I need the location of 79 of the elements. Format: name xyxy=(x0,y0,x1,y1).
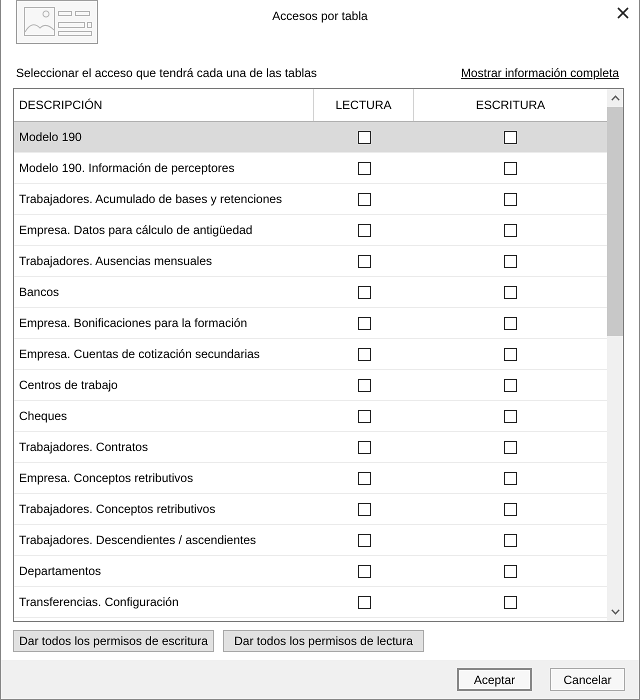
checkbox[interactable] xyxy=(504,472,517,484)
checkbox[interactable] xyxy=(358,596,370,608)
checkbox[interactable] xyxy=(358,162,370,174)
table-row[interactable]: Trabajadores. Descendientes / ascendientes xyxy=(14,525,607,556)
checkbox[interactable] xyxy=(358,130,370,144)
dialog-button[interactable]: Aceptar xyxy=(457,668,532,691)
scrollbar-track[interactable] xyxy=(607,89,623,621)
checkbox[interactable] xyxy=(358,534,370,546)
table-cell-text: Empresa. Conceptos retributivos xyxy=(18,471,194,485)
table-cell-text: Trabajadores. Acumulado de bases y retenciones xyxy=(18,192,284,206)
table-row[interactable]: Trabajadores. Acumulado de bases y retenciones xyxy=(14,184,607,215)
table-row[interactable]: Modelo 190. Información de perceptores xyxy=(14,153,607,184)
checkbox[interactable] xyxy=(358,286,370,298)
table-row[interactable]: Empresa. Bonificaciones para la formación xyxy=(14,308,607,339)
table-cell-text: Bancos xyxy=(18,285,60,299)
table-cell-text: Modelo 190 xyxy=(18,130,83,144)
checkbox[interactable] xyxy=(358,378,370,392)
window-title: Accesos por tabla xyxy=(272,8,368,25)
checkbox[interactable] xyxy=(504,564,517,578)
checkbox[interactable] xyxy=(504,192,517,206)
checkbox[interactable] xyxy=(504,440,517,454)
checkbox[interactable] xyxy=(504,224,517,236)
table-cell-text: Empresa. Bonificaciones para la formación xyxy=(18,316,248,330)
column-header[interactable]: LECTURA xyxy=(314,89,414,121)
checkbox[interactable] xyxy=(358,254,370,268)
checkbox[interactable] xyxy=(504,596,517,608)
scroll-thumb[interactable] xyxy=(607,107,623,336)
checkbox[interactable] xyxy=(358,564,370,578)
table-cell-text: Trabajadores. Ausencias mensuales xyxy=(18,254,213,268)
checkbox[interactable] xyxy=(358,410,370,422)
checkbox[interactable] xyxy=(504,162,517,174)
table-cell-text: Modelo 190. Información de perceptores xyxy=(18,161,236,175)
checkbox[interactable] xyxy=(504,286,517,298)
table-row[interactable]: Trabajadores. Conceptos retributivos xyxy=(14,494,607,525)
column-header[interactable]: ESCRITURA xyxy=(414,89,607,121)
table-row[interactable]: Transferencias. Configuración xyxy=(14,587,607,618)
checkbox[interactable] xyxy=(358,440,370,454)
table-row[interactable]: Empresa. Cuentas de cotización secundarias xyxy=(14,339,607,370)
table-row[interactable]: Empresa. Conceptos retributivos xyxy=(14,463,607,494)
table-row[interactable]: Departamentos xyxy=(14,556,607,587)
table-row[interactable]: Trabajadores. Ausencias mensuales xyxy=(14,246,607,277)
checkbox[interactable] xyxy=(504,348,517,360)
column-header[interactable]: DESCRIPCIÓN xyxy=(14,89,314,121)
show-details-link[interactable]: Mostrar información completa xyxy=(460,65,619,81)
chevron-down-icon[interactable] xyxy=(610,609,620,615)
checkbox[interactable] xyxy=(504,502,517,516)
grant-all-button[interactable]: Dar todos los permisos de lectura xyxy=(223,630,424,652)
checkbox[interactable] xyxy=(358,192,370,206)
checkbox[interactable] xyxy=(358,502,370,516)
table-cell-text: Trabajadores. Contratos xyxy=(18,440,149,454)
checkbox[interactable] xyxy=(358,316,370,330)
dialog-button[interactable]: Cancelar xyxy=(550,668,625,691)
table-cell-text: Cheques xyxy=(18,409,68,423)
table-row[interactable]: Trabajadores. Contratos xyxy=(14,432,607,463)
table-row[interactable]: Cheques xyxy=(14,401,607,432)
chevron-up-icon[interactable] xyxy=(610,95,620,101)
checkbox[interactable] xyxy=(504,534,517,546)
close-icon[interactable] xyxy=(617,7,629,19)
table-row[interactable]: Centros de trabajo xyxy=(14,370,607,401)
checkbox[interactable] xyxy=(504,410,517,422)
checkbox[interactable] xyxy=(504,316,517,330)
table-cell-text: Empresa. Datos para cálculo de antigüedad xyxy=(18,223,254,237)
table-cell-text: Centros de trabajo xyxy=(18,378,119,392)
checkbox[interactable] xyxy=(504,130,517,144)
table-cell-text: Trabajadores. Descendientes / ascendientes xyxy=(18,533,258,547)
grant-all-button[interactable]: Dar todos los permisos de escritura xyxy=(13,630,214,652)
table-row[interactable]: Modelo 190 xyxy=(14,122,607,153)
instruction-text: Seleccionar el acceso que tendrá cada una de las tablas xyxy=(16,65,317,81)
checkbox[interactable] xyxy=(358,472,370,484)
table-cell-text: Empresa. Cuentas de cotización secundarias xyxy=(18,347,261,361)
table-cell-text: Trabajadores. Conceptos retributivos xyxy=(18,502,216,516)
table-cell-text: Departamentos xyxy=(18,564,102,578)
table-cell-text: Transferencias. Configuración xyxy=(18,595,180,609)
checkbox[interactable] xyxy=(504,254,517,268)
table-row[interactable]: Empresa. Datos para cálculo de antigüedad xyxy=(14,215,607,246)
table-row[interactable]: Bancos xyxy=(14,277,607,308)
checkbox[interactable] xyxy=(358,224,370,236)
checkbox[interactable] xyxy=(504,378,517,392)
checkbox[interactable] xyxy=(358,348,370,360)
